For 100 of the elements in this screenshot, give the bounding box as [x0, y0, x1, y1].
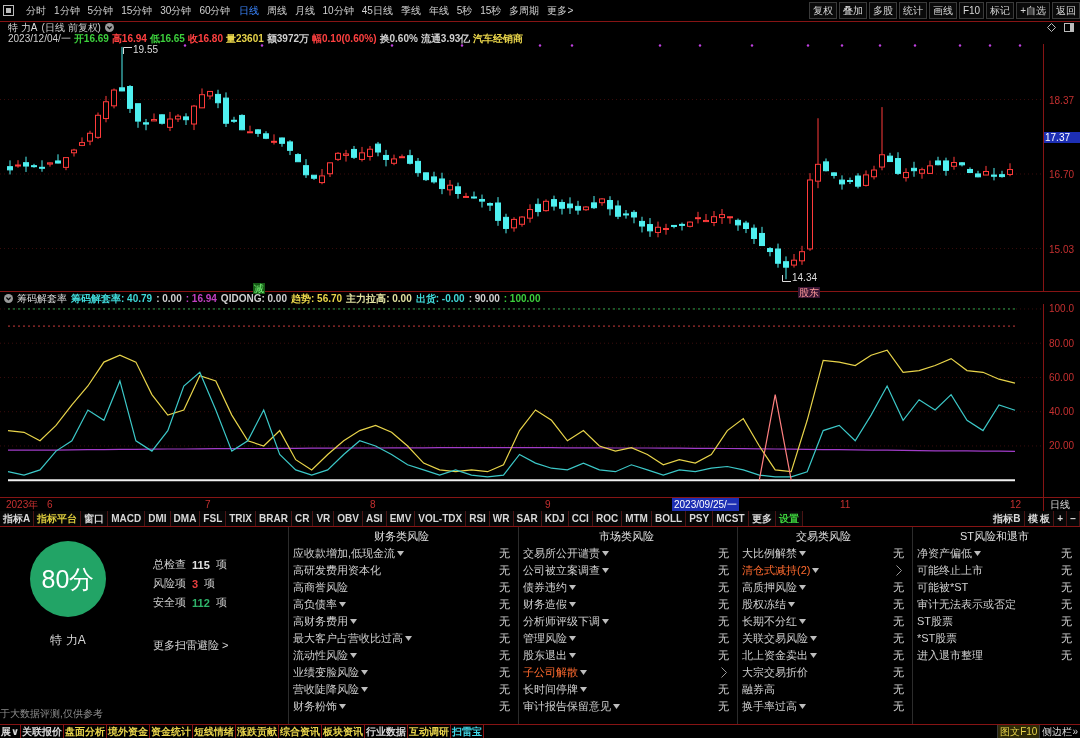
risk-item[interactable]: 股东退出	[523, 648, 576, 663]
toolbar-button[interactable]: 叠加	[838, 2, 867, 19]
caret-icon[interactable]	[799, 585, 806, 590]
period-tab[interactable]: 季线	[396, 1, 425, 20]
bottom-tab[interactable]: 板块资讯	[322, 725, 366, 738]
bottom-tab[interactable]: 盘面分析	[64, 725, 108, 738]
caret-icon[interactable]	[405, 636, 412, 641]
diamond-icon[interactable]	[1047, 23, 1056, 32]
risk-item[interactable]: 大宗交易折价	[742, 665, 808, 680]
risk-item[interactable]: 高负债率	[293, 597, 346, 612]
risk-item[interactable]: 审计无法表示或否定	[917, 597, 1016, 612]
bottom-tab[interactable]: 扫雷宝	[451, 725, 485, 738]
indicator-tab[interactable]: +	[1054, 511, 1068, 526]
risk-item[interactable]: 可能被*ST	[917, 580, 969, 595]
indicator-tab[interactable]: MCST	[713, 511, 749, 526]
period-tab[interactable]: 5秒	[452, 1, 477, 20]
risk-item[interactable]: ST股票	[917, 614, 954, 629]
period-tab[interactable]: 45日线	[357, 1, 397, 20]
caret-icon[interactable]	[974, 551, 981, 556]
caret-icon[interactable]	[569, 653, 576, 658]
risk-item[interactable]: 进入退市整理	[917, 648, 983, 663]
bottom-tab[interactable]: 互动调研	[408, 725, 452, 738]
caret-icon[interactable]	[569, 585, 576, 590]
indicator-tab[interactable]: −	[1067, 511, 1080, 526]
indicator-tab[interactable]: 设置	[775, 511, 803, 526]
indicator-tab[interactable]: OBV	[334, 511, 363, 526]
risk-item[interactable]: 财务造假	[523, 597, 576, 612]
risk-item[interactable]: 交易所公开谴责	[523, 546, 609, 561]
panel-icon[interactable]	[1064, 23, 1074, 32]
period-tab[interactable]: 15秒	[476, 1, 506, 20]
caret-icon[interactable]	[602, 568, 609, 573]
caret-icon[interactable]	[799, 551, 806, 556]
risk-item[interactable]: 管理风险	[523, 631, 576, 646]
risk-item[interactable]: 关联交易风险	[742, 631, 817, 646]
period-tab[interactable]: 分时	[22, 1, 50, 20]
side-tab[interactable]: 侧边栏»	[1039, 725, 1080, 738]
chevron-icon[interactable]	[896, 565, 902, 576]
period-tab[interactable]: 1分钟	[50, 1, 84, 20]
toolbar-button[interactable]: +自选	[1016, 2, 1050, 19]
toolbar-button[interactable]: 标记	[986, 2, 1015, 19]
chevron-circle-icon[interactable]	[4, 293, 13, 303]
period-tab[interactable]: 更多>	[543, 1, 578, 20]
risk-item[interactable]: 股权冻结	[742, 597, 795, 612]
bottom-tab[interactable]: 资金统计	[150, 725, 194, 738]
indicator-tab[interactable]: BRAR	[256, 511, 292, 526]
more-scan-link[interactable]: 更多扫雷避险 >	[153, 638, 229, 653]
indicator-tab[interactable]: WR	[489, 511, 514, 526]
caret-icon[interactable]	[788, 602, 795, 607]
caret-icon[interactable]	[602, 619, 609, 624]
caret-icon[interactable]	[361, 687, 368, 692]
bottom-tab[interactable]: 涨跌贡献	[236, 725, 280, 738]
indicator-tab[interactable]: DMA	[170, 511, 201, 526]
risk-item[interactable]: 财务粉饰	[293, 699, 346, 714]
indicator-tab[interactable]: BOLL	[651, 511, 687, 526]
indicator-tab[interactable]: FSL	[200, 511, 227, 526]
toolbar-button[interactable]: 复权	[808, 2, 837, 19]
bottom-tab[interactable]: 行业数据	[365, 725, 409, 738]
risk-item[interactable]: 换手率过高	[742, 699, 806, 714]
caret-icon[interactable]	[613, 704, 620, 709]
risk-item[interactable]: 业绩变脸风险	[293, 665, 368, 680]
risk-item[interactable]: 债券违约	[523, 580, 576, 595]
indicator-tab[interactable]: 更多	[748, 511, 776, 526]
indicator-tab[interactable]: 指标B	[990, 511, 1025, 526]
indicator-tab[interactable]: CCI	[568, 511, 593, 526]
period-tab[interactable]: 60分钟	[195, 1, 235, 20]
period-tab[interactable]: 30分钟	[156, 1, 196, 20]
caret-icon[interactable]	[810, 636, 817, 641]
risk-item[interactable]: 融券高	[742, 682, 775, 697]
caret-icon[interactable]	[602, 551, 609, 556]
risk-item[interactable]: 应收款增加,低现金流	[293, 546, 405, 561]
risk-item[interactable]: 营收陡降风险	[293, 682, 368, 697]
risk-item[interactable]: 公司被立案调查	[523, 563, 609, 578]
indicator-tab[interactable]: 模 板	[1024, 511, 1055, 526]
risk-item[interactable]: 北上资金卖出	[742, 648, 817, 663]
caret-icon[interactable]	[569, 636, 576, 641]
chevron-icon[interactable]	[721, 667, 727, 678]
chevron-circle-icon[interactable]	[104, 23, 114, 32]
indicator-tab[interactable]: 指标A	[0, 511, 35, 526]
caret-icon[interactable]	[799, 704, 806, 709]
indicator-tab[interactable]: ASI	[362, 511, 387, 526]
risk-item[interactable]: 流动性风险	[293, 648, 357, 663]
period-tab[interactable]: 年线	[424, 1, 453, 20]
period-tab[interactable]: 15分钟	[117, 1, 157, 20]
risk-item[interactable]: 高商誉风险	[293, 580, 348, 595]
risk-item[interactable]: 高财务费用	[293, 614, 357, 629]
indicator-tab[interactable]: SAR	[513, 511, 542, 526]
caret-icon[interactable]	[812, 568, 820, 573]
indicator-tab[interactable]: RSI	[466, 511, 490, 526]
caret-icon[interactable]	[339, 602, 346, 607]
bottom-tab[interactable]: 境外资金	[107, 725, 151, 738]
risk-item[interactable]: 净资产偏低	[917, 546, 981, 561]
side-tab[interactable]: 图文F10	[997, 725, 1040, 738]
indicator-tab[interactable]: PSY	[686, 511, 714, 526]
caret-icon[interactable]	[580, 687, 587, 692]
caret-icon[interactable]	[580, 670, 587, 675]
indicator-tab[interactable]: 窗口	[81, 511, 109, 526]
risk-item[interactable]: 高研发费用资本化	[293, 563, 381, 578]
caret-icon[interactable]	[350, 653, 357, 658]
indicator-tab[interactable]: ROC	[592, 511, 623, 526]
caret-icon[interactable]	[361, 670, 368, 675]
